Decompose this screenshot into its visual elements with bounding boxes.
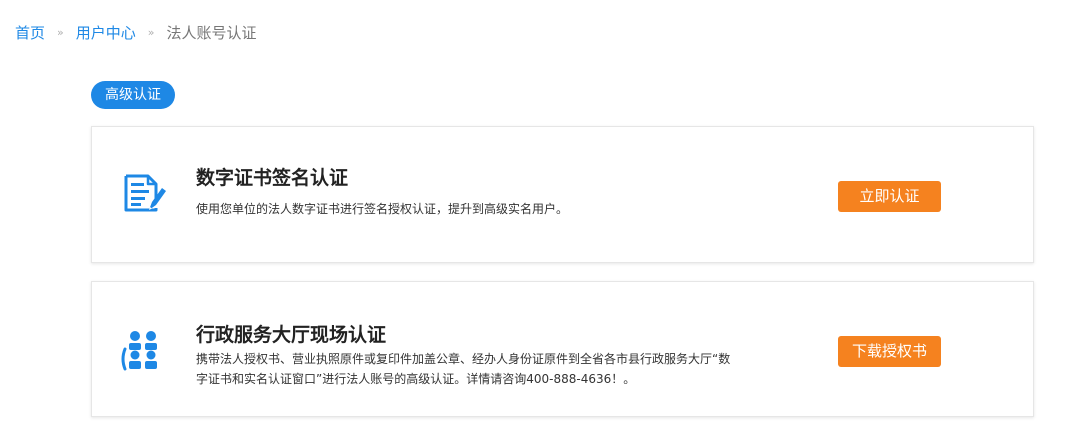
service-hall-people-icon: [120, 329, 166, 375]
breadcrumb-current: 法人账号认证: [166, 24, 257, 42]
advanced-certification-badge: 高级认证: [91, 81, 175, 109]
breadcrumb-separator: »: [57, 26, 64, 39]
card-description: 携带法人授权书、营业执照原件或复印件加盖公章、经办人身份证原件到全省各市县行政服…: [196, 352, 731, 386]
breadcrumb: 首页 » 用户中心 » 法人账号认证: [15, 22, 257, 43]
breadcrumb-home-link[interactable]: 首页: [15, 22, 45, 43]
certify-now-button[interactable]: 立即认证: [838, 181, 941, 212]
card-description: 使用您单位的法人数字证书进行签名授权认证，提升到高级实名用户。: [196, 202, 569, 216]
card-title: 数字证书签名认证: [196, 167, 349, 189]
service-hall-card: 行政服务大厅现场认证 携带法人授权书、营业执照原件或复印件加盖公章、经办人身份证…: [91, 281, 1034, 417]
card-title: 行政服务大厅现场认证: [196, 324, 387, 346]
breadcrumb-separator: »: [147, 26, 155, 39]
breadcrumb-user-center-link[interactable]: 用户中心: [76, 22, 136, 43]
certificate-sign-icon: [120, 170, 166, 220]
digital-certificate-card: 数字证书签名认证 使用您单位的法人数字证书进行签名授权认证，提升到高级实名用户。…: [91, 126, 1034, 263]
download-authorization-button[interactable]: 下载授权书: [838, 336, 941, 367]
